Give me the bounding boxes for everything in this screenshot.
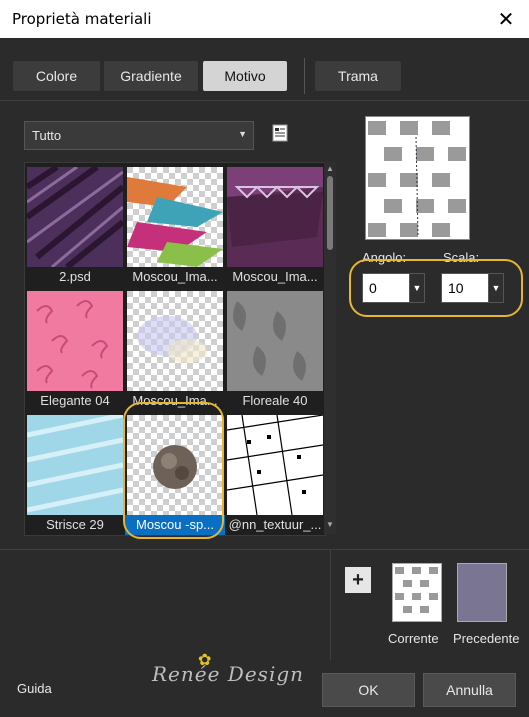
pattern-thumbnail — [27, 291, 123, 391]
pattern-preview — [365, 116, 470, 240]
pattern-name: Moscou_Ima... — [232, 269, 318, 284]
pattern-name: Moscou_Ima... — [132, 269, 218, 284]
pattern-item[interactable]: Moscou_Ima... — [225, 163, 325, 287]
pattern-thumbnail — [227, 415, 323, 515]
pattern-thumbnail — [227, 291, 323, 391]
watermark-logo: ✿ Renée Design — [152, 650, 305, 686]
help-link[interactable]: Guida — [17, 681, 52, 696]
pattern-thumbnail — [227, 167, 323, 267]
chevron-down-icon: ▼ — [238, 129, 247, 139]
window-title: Proprietà materiali — [12, 10, 152, 28]
pattern-item[interactable]: Floreale 40 — [225, 287, 325, 411]
pattern-name: Strisce 29 — [46, 517, 104, 532]
tab-motivo[interactable]: Motivo — [203, 61, 287, 91]
highlight-ring — [349, 259, 523, 317]
pattern-thumbnail — [27, 415, 123, 515]
highlight-ring — [123, 402, 224, 539]
cancel-button[interactable]: Annulla — [423, 673, 516, 707]
pattern-item[interactable]: Moscou_Ima... — [125, 287, 225, 411]
scrollbar-thumb[interactable] — [327, 176, 333, 250]
close-icon[interactable]: ✕ — [491, 4, 521, 34]
pattern-item[interactable]: Moscou_Ima... — [125, 163, 225, 287]
previous-label: Precedente — [453, 631, 520, 646]
butterfly-icon: ✿ — [198, 650, 213, 669]
pattern-item[interactable]: Strisce 29 — [25, 411, 125, 535]
divider — [330, 550, 331, 660]
category-value: Tutto — [32, 128, 62, 143]
title-bar: Proprietà materiali ✕ — [0, 0, 529, 38]
add-swatch-button[interactable]: + — [345, 567, 371, 593]
tab-trama[interactable]: Trama — [315, 61, 401, 91]
tab-separator — [304, 58, 305, 94]
pattern-item[interactable]: @nn_textuur_... — [225, 411, 325, 535]
divider — [0, 549, 529, 550]
divider — [0, 100, 529, 101]
pattern-thumbnail — [27, 167, 123, 267]
pattern-thumbnail — [127, 291, 223, 391]
pattern-name: @nn_textuur_... — [228, 517, 322, 532]
previous-swatch[interactable] — [457, 563, 507, 622]
category-select[interactable]: Tutto ▼ — [24, 121, 254, 150]
grid-scrollbar[interactable]: ▲ ▼ — [324, 162, 336, 534]
pattern-name: Floreale 40 — [242, 393, 308, 408]
tab-colore[interactable]: Colore — [13, 61, 100, 91]
file-browse-icon[interactable] — [272, 124, 288, 142]
scroll-up-icon[interactable]: ▲ — [326, 164, 334, 173]
ok-button[interactable]: OK — [322, 673, 415, 707]
watermark-text: Renée Design — [152, 662, 305, 686]
pattern-thumbnail — [127, 167, 223, 267]
tab-gradiente[interactable]: Gradiente — [104, 61, 198, 91]
current-swatch — [392, 563, 442, 622]
pattern-item[interactable]: 2.psd — [25, 163, 125, 287]
pattern-name: Elegante 04 — [40, 393, 110, 408]
pattern-name: 2.psd — [59, 269, 91, 284]
pattern-item[interactable]: Elegante 04 — [25, 287, 125, 411]
current-label: Corrente — [388, 631, 439, 646]
scroll-down-icon[interactable]: ▼ — [326, 520, 334, 529]
